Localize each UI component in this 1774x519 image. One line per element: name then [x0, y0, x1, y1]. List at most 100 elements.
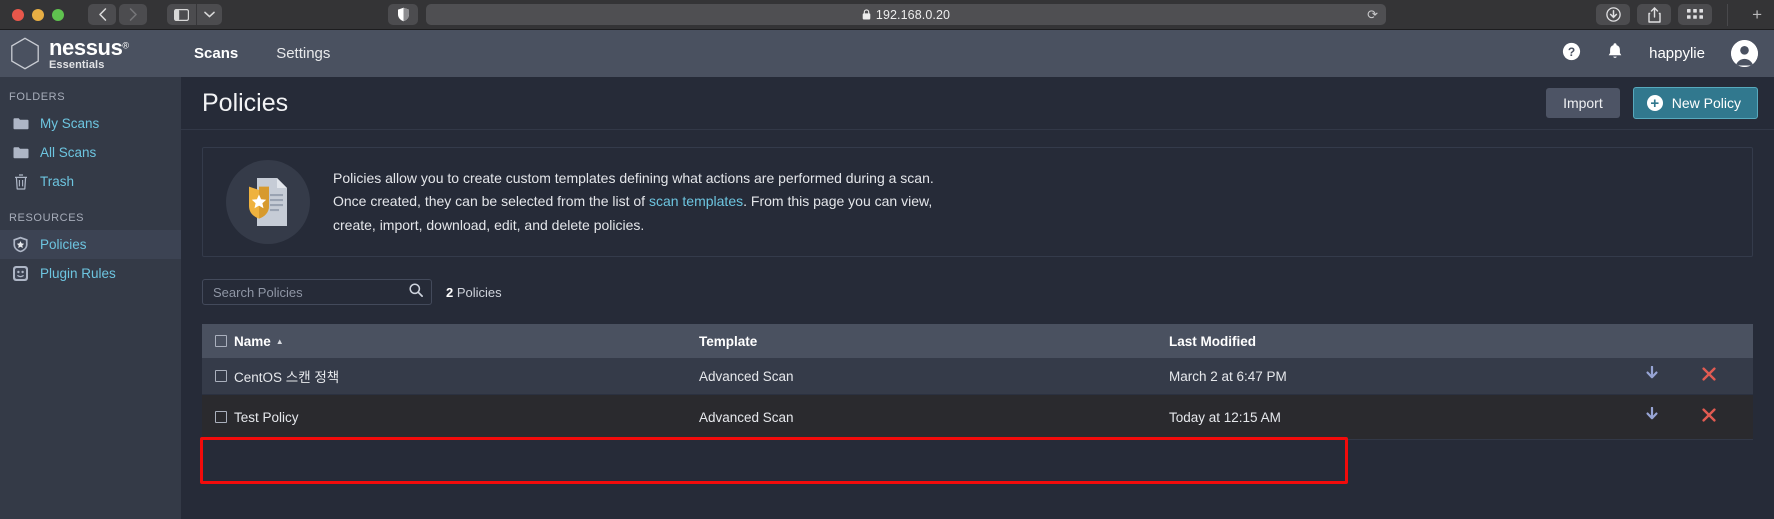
nessus-logo[interactable]: nessus® Essentials: [0, 34, 180, 71]
nav-item-scans[interactable]: Scans: [194, 45, 238, 62]
primary-nav: Scans Settings: [194, 45, 330, 62]
table-header-row: Name ▲ Template Last Modified: [202, 324, 1753, 358]
nav-item-settings[interactable]: Settings: [276, 45, 330, 62]
bell-icon[interactable]: [1607, 42, 1623, 65]
column-header-name-label: Name: [234, 333, 271, 349]
plus-circle-icon: +: [1646, 95, 1663, 111]
close-window-button[interactable]: [12, 8, 24, 21]
download-arrow-icon[interactable]: [1645, 406, 1659, 427]
user-avatar-icon[interactable]: [1731, 40, 1758, 67]
app-top-navigation: nessus® Essentials Scans Settings ? happ…: [0, 30, 1774, 77]
row-select-cell: [202, 370, 234, 382]
address-bar-region: 192.168.0.20 ⟳: [0, 4, 1774, 25]
column-header-last-modified[interactable]: Last Modified: [1169, 334, 1623, 349]
info-line-2-b: . From this page you can view,: [743, 193, 933, 210]
info-text: Policies allow you to create custom temp…: [333, 167, 934, 236]
download-arrow-icon[interactable]: [1645, 365, 1659, 386]
brand-text: nessus® Essentials: [49, 34, 130, 71]
info-line-2-a: Once created, they can be selected from …: [333, 193, 649, 210]
policy-document-icon: [226, 160, 310, 244]
sidebar-item-trash[interactable]: Trash: [0, 167, 181, 196]
table-row[interactable]: Test Policy Advanced Scan Today at 12:15…: [202, 395, 1753, 440]
row-last-modified: March 2 at 6:47 PM: [1169, 368, 1287, 384]
row-template: Advanced Scan: [699, 368, 794, 384]
sidebar-item-label: All Scans: [40, 145, 97, 160]
downloads-icon[interactable]: [1596, 4, 1630, 25]
brand-name: nessus: [49, 34, 123, 60]
select-all-checkbox[interactable]: [215, 335, 227, 347]
policies-table: Name ▲ Template Last Modified CentOS 스캔 정…: [202, 324, 1753, 440]
delete-x-icon[interactable]: [1701, 366, 1716, 386]
row-name[interactable]: CentOS 스캔 정책: [234, 366, 699, 386]
main-content: Policies Import + New Policy Policies al…: [181, 77, 1774, 519]
brand-registered-mark: ®: [122, 40, 130, 51]
policy-count-label: Policies: [453, 284, 502, 300]
maximize-window-button[interactable]: [52, 8, 64, 21]
username-label[interactable]: happylie: [1649, 45, 1705, 62]
hexagon-logo-icon: [10, 37, 40, 70]
help-circle-icon[interactable]: ?: [1562, 42, 1581, 66]
share-icon[interactable]: [1637, 4, 1671, 25]
url-host: 192.168.0.20: [875, 7, 951, 22]
search-input[interactable]: [213, 284, 409, 300]
select-all-cell: [202, 335, 234, 347]
sort-ascending-icon: ▲: [275, 336, 284, 346]
page-header: Policies Import + New Policy: [181, 77, 1774, 130]
row-checkbox[interactable]: [215, 411, 227, 423]
top-nav-right: ? happylie: [1562, 40, 1774, 67]
row-template: Advanced Scan: [699, 409, 794, 425]
info-line-2: Once created, they can be selected from …: [333, 190, 934, 213]
policy-count: 2 Policies: [446, 285, 502, 300]
sidebar-section-resources: RESOURCES: [9, 212, 85, 224]
minimize-window-button[interactable]: [32, 8, 44, 21]
lock-icon: [862, 8, 871, 20]
row-checkbox[interactable]: [215, 370, 227, 382]
folder-icon: [12, 144, 29, 161]
privacy-shield-icon[interactable]: [388, 4, 418, 25]
sidebar-icon[interactable]: [167, 4, 196, 25]
import-button[interactable]: Import: [1546, 88, 1620, 118]
sidebar: FOLDERS My Scans All Scans Trash RESOURC…: [0, 77, 181, 519]
delete-x-icon[interactable]: [1701, 407, 1716, 427]
screen-root: 192.168.0.20 ⟳ + nessus® Essentials Scan…: [0, 0, 1774, 519]
forward-button[interactable]: [119, 4, 147, 25]
scan-templates-link[interactable]: scan templates: [649, 193, 743, 209]
column-header-template[interactable]: Template: [699, 334, 1169, 349]
folder-icon: [12, 115, 29, 132]
page-content: Policies allow you to create custom temp…: [181, 130, 1774, 519]
sidebar-item-policies[interactable]: Policies: [0, 230, 181, 259]
tab-overview-icon[interactable]: [1678, 4, 1712, 25]
nessus-app: nessus® Essentials Scans Settings ? happ…: [0, 30, 1774, 519]
sidebar-item-label: Policies: [40, 237, 87, 252]
info-panel: Policies allow you to create custom temp…: [202, 147, 1753, 257]
new-tab-button[interactable]: +: [1752, 5, 1762, 25]
search-policies-box[interactable]: [202, 279, 432, 305]
column-header-name[interactable]: Name ▲: [234, 334, 699, 349]
table-row[interactable]: CentOS 스캔 정책 Advanced Scan March 2 at 6:…: [202, 358, 1753, 395]
list-toolbar: 2 Policies: [202, 279, 1753, 305]
new-policy-button[interactable]: + New Policy: [1632, 87, 1758, 119]
reload-icon[interactable]: ⟳: [1367, 7, 1378, 23]
sidebar-item-label: Plugin Rules: [40, 266, 116, 281]
back-button[interactable]: [88, 4, 116, 25]
browser-toolbar: 192.168.0.20 ⟳ +: [0, 0, 1774, 30]
svg-text:?: ?: [1568, 45, 1575, 59]
sidebar-item-label: My Scans: [40, 116, 100, 131]
toolbar-divider: [1727, 3, 1728, 26]
sidebar-item-plugin-rules[interactable]: Plugin Rules: [0, 259, 181, 288]
url-input[interactable]: 192.168.0.20 ⟳: [426, 4, 1386, 25]
sidebar-toggle-group: [167, 4, 222, 25]
plugin-rules-icon: [12, 265, 29, 282]
sidebar-item-my-scans[interactable]: My Scans: [0, 109, 181, 138]
page-title: Policies: [202, 88, 289, 117]
row-name[interactable]: Test Policy: [234, 410, 699, 425]
chevron-down-icon[interactable]: [196, 4, 222, 25]
app-body: FOLDERS My Scans All Scans Trash RESOURC…: [0, 77, 1774, 519]
policy-shield-icon: [12, 236, 29, 253]
sidebar-item-label: Trash: [40, 174, 75, 189]
search-icon[interactable]: [409, 282, 423, 302]
info-line-1: Policies allow you to create custom temp…: [333, 170, 934, 187]
sidebar-item-all-scans[interactable]: All Scans: [0, 138, 181, 167]
row-actions: [1623, 365, 1753, 386]
